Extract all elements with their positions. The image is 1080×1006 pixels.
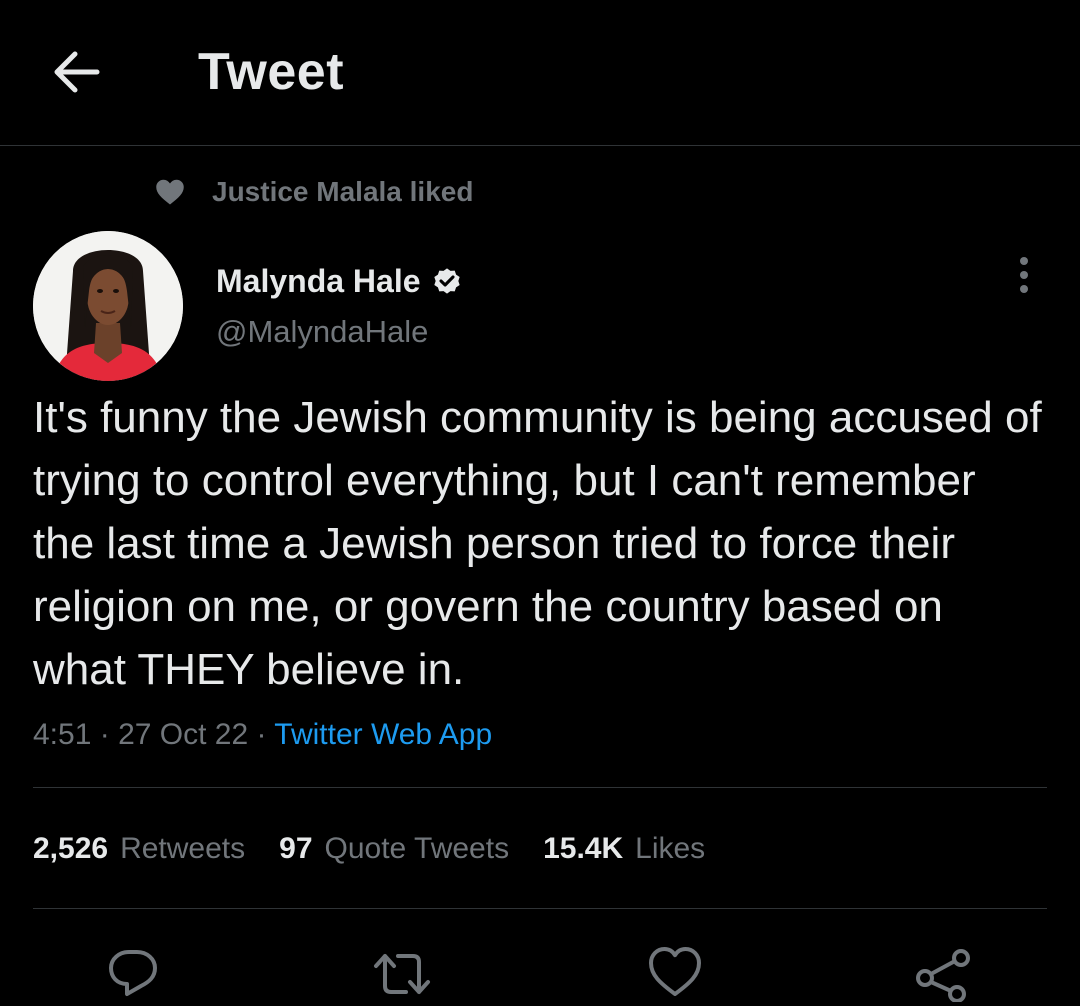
likes-label: Likes [635, 832, 706, 865]
meta-separator: · [256, 718, 267, 751]
tweet-metadata: 4:51 · 27 Oct 22 · Twitter Web App [33, 713, 492, 757]
tweet-date[interactable]: 27 Oct 22 [118, 718, 248, 751]
quote-tweets-label: Quote Tweets [324, 832, 510, 865]
likes-stat[interactable]: 15.4K Likes [543, 832, 705, 866]
social-context-text: Justice Malala liked [212, 176, 474, 207]
author-handle[interactable]: @MalyndaHale [216, 312, 428, 352]
tweet-action-bar [0, 940, 1080, 1002]
social-context[interactable]: Justice Malala liked [154, 172, 473, 212]
meta-separator: · [99, 718, 110, 751]
tweet-stats: 2,526 Retweets 97 Quote Tweets 15.4K Lik… [33, 826, 739, 872]
divider [33, 787, 1047, 788]
quote-tweets-stat[interactable]: 97 Quote Tweets [279, 832, 509, 866]
arrow-left-icon [54, 51, 100, 93]
divider [33, 908, 1047, 909]
retweets-count: 2,526 [33, 832, 109, 865]
retweets-label: Retweets [120, 832, 246, 865]
likes-count: 15.4K [543, 832, 624, 865]
share-button[interactable] [913, 946, 973, 1006]
verified-badge-icon [431, 265, 463, 297]
avatar[interactable] [33, 231, 183, 381]
share-icon [916, 949, 970, 1002]
quote-tweets-count: 97 [279, 832, 313, 865]
page-title: Tweet [198, 43, 345, 101]
heart-filled-icon [154, 176, 186, 208]
retweet-icon [374, 954, 430, 994]
top-bar: Tweet [0, 0, 1080, 146]
author-name[interactable]: Malynda Hale [216, 263, 421, 300]
tweet-source-link[interactable]: Twitter Web App [274, 718, 492, 751]
tweet-time[interactable]: 4:51 [33, 718, 91, 751]
back-button[interactable] [44, 40, 108, 104]
like-button[interactable] [645, 946, 705, 1006]
author-name-row[interactable]: Malynda Hale [216, 258, 463, 304]
more-options-button[interactable] [1004, 253, 1044, 297]
tweet-text: It's funny the Jewish community is being… [33, 393, 1042, 694]
reply-icon [109, 950, 157, 996]
retweet-button[interactable] [372, 946, 432, 1006]
reply-button[interactable] [103, 946, 163, 1006]
like-icon [649, 947, 701, 996]
more-vertical-icon [1020, 257, 1028, 293]
retweets-stat[interactable]: 2,526 Retweets [33, 832, 245, 866]
